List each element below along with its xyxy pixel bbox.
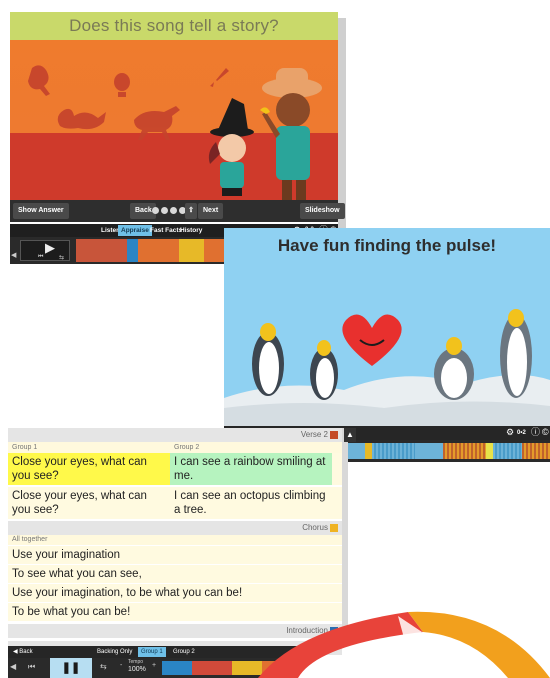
segment[interactable] [493,443,522,459]
volume-icon[interactable]: ◀ [10,662,16,671]
rocket-silhouette [210,68,229,87]
segment[interactable] [127,239,138,262]
ring-segment-orange [408,611,550,678]
play-icon[interactable]: ▶ [45,240,55,256]
tab-group-1[interactable]: Group 1 [138,647,166,657]
tempo-label: Tempo [128,659,144,665]
section-header-chorus[interactable]: Chorus [8,521,342,535]
volume-icon[interactable]: ◀ [11,251,16,259]
skip-back-icon[interactable]: ⏮ [38,254,43,261]
tab-history[interactable]: History [177,225,205,236]
lyric-line-group-2[interactable]: I can see an octopus climbing a tree. [170,487,332,519]
pulse-slide-panel: Have fun finding the pulse! [224,228,550,426]
ring-segment-red [258,612,423,678]
player-timeline: ◀ ⏮ ❚❚ ⇆ - Tempo 100% + [8,658,298,678]
penguin-2 [310,340,338,400]
lyric-line[interactable]: Use your imagination, to be what you can… [8,583,342,602]
lyric-line-group-2[interactable]: I can see a rainbow smiling at me. [170,453,332,485]
penguin-4 [500,309,532,398]
segment[interactable] [521,443,550,459]
group-2-label: Group 2 [174,444,200,451]
slide-illustration [10,40,338,222]
balloon-silhouette [114,73,130,97]
tempo-decrease[interactable]: - [120,662,122,669]
fraction-icon[interactable]: 0•2 [517,427,526,439]
group-1-label: Group 1 [12,444,38,451]
decorative-ring [258,611,550,678]
show-answer-button[interactable]: Show Answer [13,203,69,219]
dragon-silhouette [57,108,106,130]
tempo-value: 100% [128,666,146,673]
segment[interactable] [76,239,128,262]
copyright-icon[interactable]: © [542,426,549,439]
segment[interactable] [443,443,487,459]
slideshow-button[interactable]: Slideshow [300,203,345,219]
segment[interactable] [486,443,494,459]
tab-group-2[interactable]: Group 2 [170,647,198,657]
loop-icon[interactable]: ⇆ [100,662,107,671]
tab-backing-only[interactable]: Backing Only [94,647,135,657]
lyric-line-group-1[interactable]: Close your eyes, what can you see? [8,453,170,485]
gear-icon[interactable]: ⚙ [506,426,514,439]
section-label: Verse 2 [300,430,328,439]
slide-dot[interactable] [161,207,168,214]
segment[interactable] [162,661,192,675]
tempo-increase[interactable]: + [152,662,156,669]
segment[interactable] [137,239,179,262]
segment[interactable] [372,443,416,459]
segment[interactable] [178,239,205,262]
section-color-swatch [330,430,338,439]
group-labels: Group 1 Group 2 [8,442,342,453]
up-arrow-icon[interactable]: ⇧ [185,203,197,219]
collapse-up-icon[interactable]: ▲ [344,428,356,442]
play-control: ▶ ⏮ ⇆ [20,240,70,261]
segment[interactable] [365,443,373,459]
segment[interactable] [204,239,225,262]
info-icon[interactable]: ⓘ [531,426,540,439]
horse-silhouette [134,106,180,140]
pulse-timeline[interactable] [344,440,550,462]
player-back-label: Back [19,649,33,655]
lyric-line[interactable]: Use your imagination [8,545,342,564]
pause-icon[interactable]: ❚❚ [50,658,92,678]
lyric-line-group-1[interactable]: Close your eyes, what can you see? [8,487,170,519]
penguin-3 [434,337,474,400]
section-color-swatch [330,523,338,532]
slide-title: Does this song tell a story? [10,12,338,40]
slide-dots [152,207,186,214]
story-illustration [28,65,322,222]
lyric-row: Close your eyes, what can you see? I can… [8,487,342,519]
heart-character [342,314,402,366]
story-slide-panel: Does this song tell a story? Show Answer… [10,12,345,264]
section-label: Chorus [302,523,328,532]
pulse-illustration [224,309,550,426]
section-header-verse[interactable]: Verse 2 ▲ [8,428,356,442]
witch-character [208,98,254,196]
player-back-button[interactable]: ◀ Back [10,647,36,657]
player-controls-bar: ◀ Back Backing Only Group 1 Group 2 [8,646,298,658]
all-together-label: All together [8,535,342,545]
cowboy-character [260,68,322,222]
lyric-line[interactable]: To see what you can see, [8,564,342,583]
slide-dot[interactable] [170,207,177,214]
segment[interactable] [192,661,232,675]
creature-silhouette [28,65,50,96]
loop-icon[interactable]: ⇆ [59,254,64,261]
skip-back-icon[interactable]: ⏮ [28,662,35,672]
lyric-row: Close your eyes, what can you see? I can… [8,453,342,485]
penguin-1 [252,323,284,396]
next-button[interactable]: Next [198,203,224,219]
segment[interactable] [415,443,444,459]
panel-shadow [338,18,346,258]
slide-dot[interactable] [152,207,159,214]
